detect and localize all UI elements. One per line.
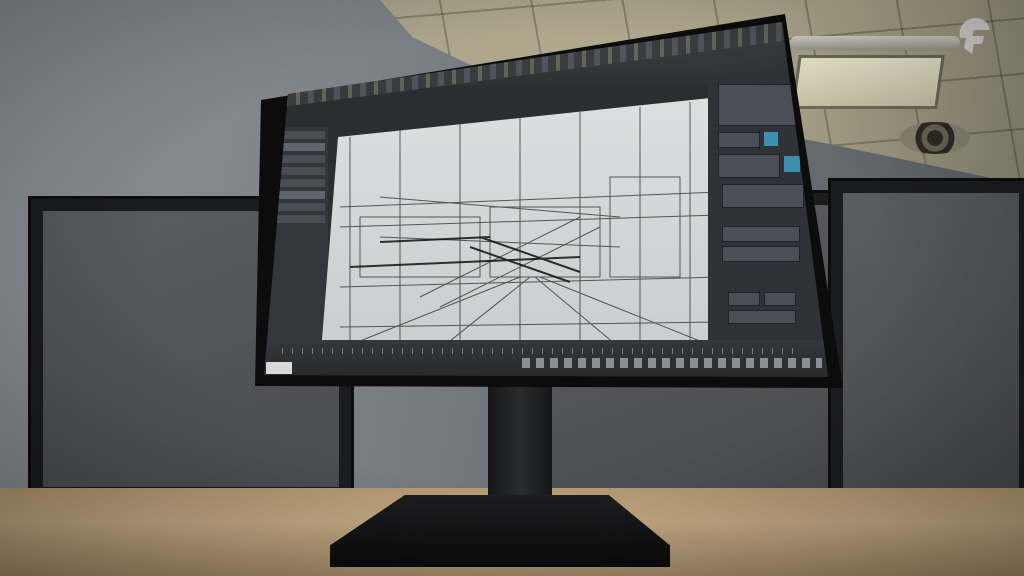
background-monitor-right [828,178,1024,509]
monitor-stand-neck [488,380,552,510]
ceiling-pipe [790,36,960,50]
ceiling-vent [900,122,970,154]
helmet-logo-icon [959,18,990,54]
office-scene [0,0,1024,576]
wireframe-viewport [320,97,738,365]
wireframe-drawing [320,102,738,365]
ceiling-light [791,55,945,109]
